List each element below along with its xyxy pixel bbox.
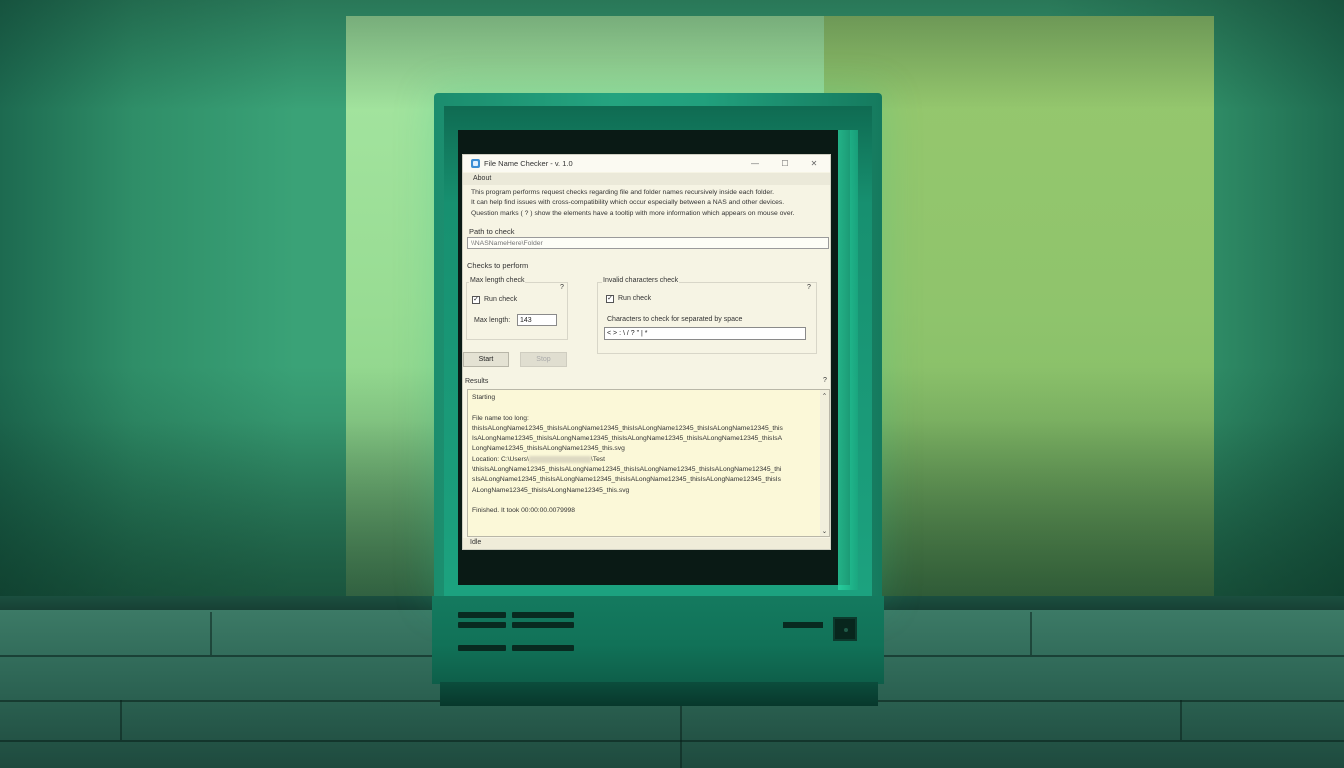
redacted-username (528, 455, 591, 463)
floor-seam (1180, 700, 1182, 740)
app-icon (471, 159, 480, 168)
result-line: File name too long: (472, 414, 529, 422)
result-line (472, 496, 825, 506)
vent-slot (512, 645, 574, 651)
checks-label: Checks to perform (467, 261, 529, 270)
results-box: Starting File name too long: thisIsALong… (467, 389, 830, 537)
screen-glow (838, 130, 858, 590)
vent-slot (512, 622, 574, 628)
result-line: LongName12345_thisIsALongName12345_this.… (472, 445, 625, 453)
minimize-button[interactable]: — (744, 157, 766, 170)
max-length-input[interactable] (517, 314, 557, 326)
description: This program performs request checks reg… (471, 188, 830, 219)
power-button[interactable] (833, 617, 857, 641)
max-length-title: Max length check (469, 277, 526, 284)
stop-button[interactable]: Stop (520, 352, 567, 367)
location-suffix: \Test (590, 455, 605, 463)
status-text: Idle (470, 539, 482, 546)
status-bar: Idle (463, 538, 830, 549)
floor-seam (1030, 612, 1032, 655)
result-line: Starting (472, 394, 496, 401)
vent-slot (512, 612, 574, 618)
vent-slot (458, 645, 506, 651)
invalid-chars-run-label: Run check (618, 295, 652, 302)
maximize-button[interactable]: ☐ (774, 157, 796, 170)
location-prefix: Location: C:\Users\ (472, 455, 529, 463)
max-length-label: Max length: (474, 317, 511, 324)
result-line: thisIsALongName12345_thisIsALongName1234… (472, 424, 783, 432)
menu-about[interactable]: About (473, 175, 491, 182)
invalid-chars-group: Invalid characters check ? ✓ Run check C… (597, 277, 817, 354)
drive-slot (783, 622, 823, 628)
result-line: \thisIsALongName12345_thisIsALongName123… (472, 466, 782, 474)
file-name-checker-window: File Name Checker - v. 1.0 — ☐ ✕ About T… (462, 154, 831, 550)
path-input[interactable] (467, 237, 829, 249)
description-line: It can help find issues with cross-compa… (471, 199, 785, 207)
floor-seam (680, 706, 682, 768)
start-button[interactable]: Start (463, 352, 509, 367)
computer-base (432, 596, 884, 684)
result-line: IsALongName12345_thisIsALongName12345_th… (472, 435, 783, 443)
path-label: Path to check (469, 227, 515, 236)
scroll-down-icon[interactable]: ⌄ (821, 527, 828, 535)
invalid-chars-run-checkbox[interactable]: ✓ (606, 295, 614, 303)
description-line: This program performs request checks reg… (471, 189, 774, 196)
invalid-chars-label: Characters to check for separated by spa… (607, 316, 743, 323)
window-title: File Name Checker - v. 1.0 (484, 159, 573, 168)
max-length-help[interactable]: ? (560, 284, 564, 291)
menu-bar: About (463, 173, 830, 185)
result-line: ALongName12345_thisIsALongName12345_this… (472, 486, 630, 494)
results-scrollbar[interactable]: ⌃ ⌄ (820, 390, 829, 536)
floor-seam (0, 740, 1344, 742)
invalid-chars-help[interactable]: ? (807, 284, 811, 291)
result-line: sIsALongName12345_thisIsALongName12345_t… (472, 476, 781, 484)
results-label: Results (465, 378, 489, 385)
vent-slot (458, 612, 506, 618)
scroll-up-icon[interactable]: ⌃ (821, 392, 828, 400)
result-line: Finished. It took 00:00:00.0079998 (472, 507, 575, 515)
invalid-chars-input[interactable] (604, 327, 806, 340)
title-bar: File Name Checker - v. 1.0 — ☐ ✕ (463, 155, 830, 172)
floor-seam (120, 700, 122, 740)
computer-foot (440, 682, 878, 706)
max-length-run-label: Run check (484, 296, 518, 303)
description-line: Question marks ( ? ) show the elements h… (471, 209, 795, 217)
close-button[interactable]: ✕ (803, 157, 825, 170)
results-help[interactable]: ? (823, 377, 827, 384)
invalid-chars-title: Invalid characters check (602, 277, 680, 284)
max-length-run-checkbox[interactable]: ✓ (472, 296, 480, 304)
max-length-group: Max length check ? ✓ Run check Max lengt… (466, 277, 568, 340)
floor-seam (210, 612, 212, 655)
result-location-line: Location: C:\Users\ \Test (472, 455, 825, 465)
vent-slot (458, 622, 506, 628)
result-line (472, 403, 825, 413)
power-led (844, 628, 848, 632)
